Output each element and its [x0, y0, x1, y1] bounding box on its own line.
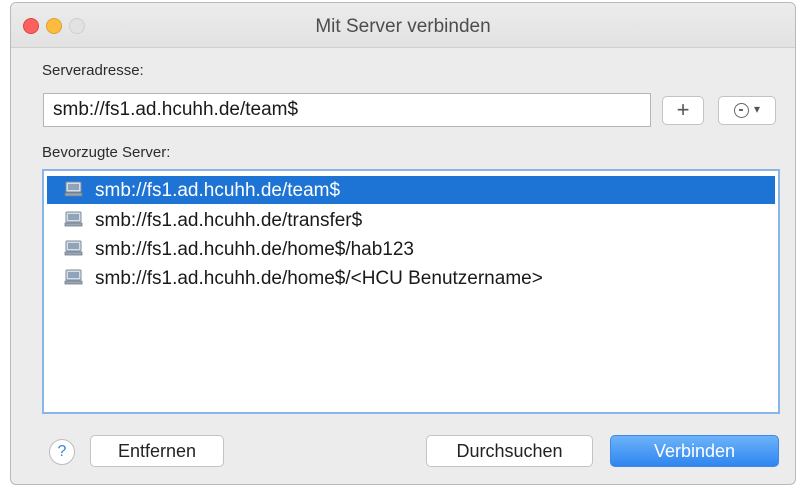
favorite-servers-list[interactable]: smb://fs1.ad.hcuhh.de/team$ smb://fs1.ad…: [42, 169, 780, 414]
server-address-input[interactable]: [43, 93, 651, 127]
browse-button[interactable]: Durchsuchen: [426, 435, 593, 467]
window-title: Mit Server verbinden: [315, 16, 491, 37]
title-bar: Mit Server verbinden: [11, 3, 795, 48]
list-item[interactable]: smb://fs1.ad.hcuhh.de/transfer$: [47, 206, 775, 234]
help-button[interactable]: ?: [49, 439, 75, 465]
remove-button[interactable]: Entfernen: [90, 435, 224, 467]
list-item[interactable]: smb://fs1.ad.hcuhh.de/team$: [47, 176, 775, 204]
server-address-label: Serveradresse:: [42, 62, 144, 79]
favorite-servers-label: Bevorzugte Server:: [42, 144, 171, 161]
favorite-server-label: smb://fs1.ad.hcuhh.de/transfer$: [95, 210, 363, 231]
favorite-server-label: smb://fs1.ad.hcuhh.de/team$: [95, 180, 341, 201]
server-icon: [64, 211, 83, 227]
list-item[interactable]: smb://fs1.ad.hcuhh.de/home$/hab123: [47, 235, 775, 263]
server-icon: [64, 181, 83, 197]
server-icon: [64, 240, 83, 256]
question-mark-icon: ?: [57, 443, 67, 460]
favorite-server-label: smb://fs1.ad.hcuhh.de/home$/hab123: [95, 239, 415, 260]
server-icon: [64, 269, 83, 285]
favorite-server-label: smb://fs1.ad.hcuhh.de/home$/<HCU Benutze…: [95, 268, 543, 289]
connect-button[interactable]: Verbinden: [610, 435, 779, 467]
recent-servers-button[interactable]: ▾: [718, 96, 776, 125]
clock-icon: [734, 103, 749, 118]
add-favorite-button[interactable]: +: [662, 96, 704, 125]
list-item[interactable]: smb://fs1.ad.hcuhh.de/home$/<HCU Benutze…: [47, 264, 775, 292]
connect-to-server-window: Mit Server verbinden Serveradresse: + ▾ …: [10, 2, 796, 485]
chevron-down-icon: ▾: [754, 102, 761, 116]
plus-icon: +: [676, 97, 690, 122]
